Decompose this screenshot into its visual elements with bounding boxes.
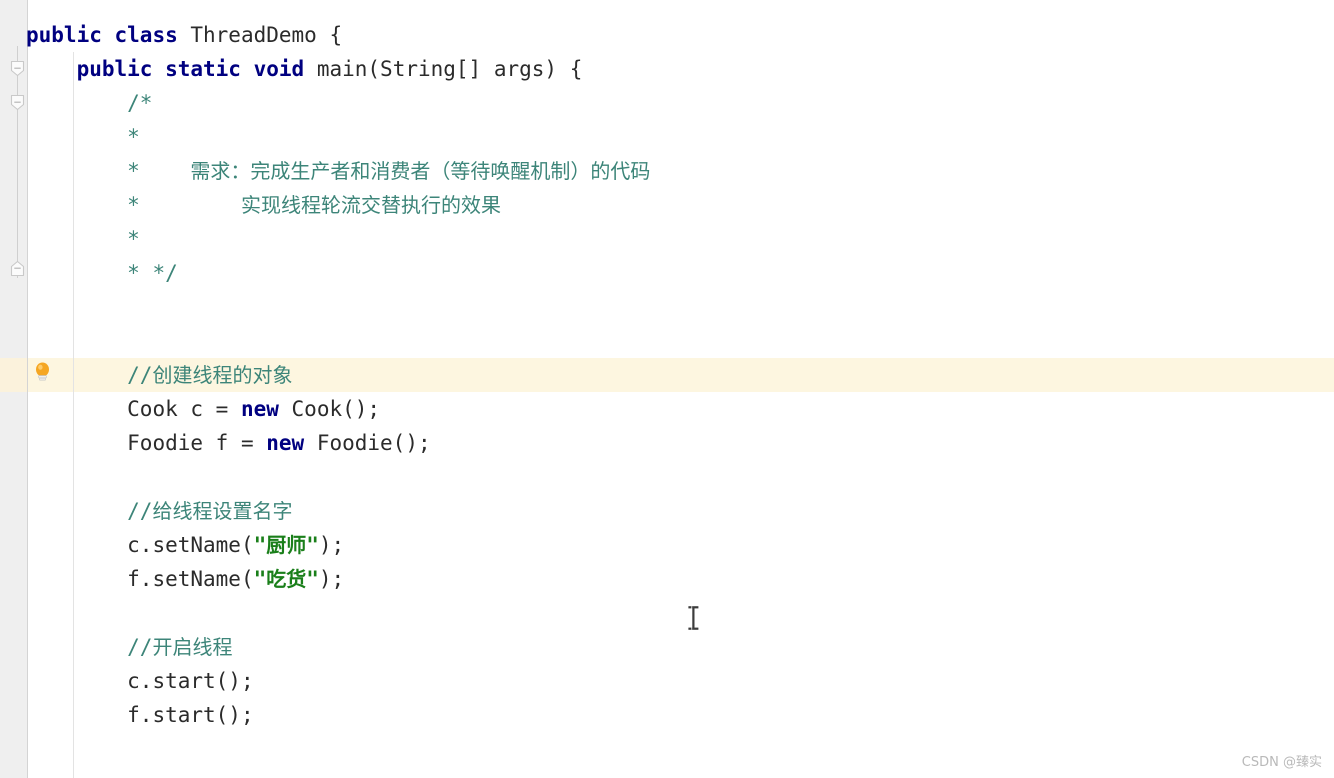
code-token: * <box>127 159 191 183</box>
code-token: void <box>253 57 317 81</box>
code-token: f.start(); <box>127 703 254 727</box>
code-token: (); <box>392 431 431 455</box>
code-token: Cook <box>291 397 343 421</box>
code-token: public <box>76 57 166 81</box>
code-line[interactable]: * 实现线程轮流交替执行的效果 <box>26 188 501 222</box>
code-token: (String[] args) { <box>367 57 583 81</box>
code-line[interactable] <box>26 596 39 630</box>
code-token: * <box>127 193 241 217</box>
code-token: Foodie <box>127 431 204 455</box>
code-token: c.setName( <box>127 533 254 557</box>
code-token: * */ <box>127 261 178 285</box>
code-token: * <box>127 227 140 251</box>
code-line[interactable]: c.setName("厨师"); <box>26 528 344 562</box>
code-line[interactable]: /* <box>26 86 152 120</box>
code-line[interactable]: f.start(); <box>26 698 254 732</box>
code-token: c.start(); <box>127 669 254 693</box>
code-token: static <box>165 57 254 81</box>
code-token: public <box>26 23 115 47</box>
code-line[interactable]: f.setName("吃货"); <box>26 562 344 596</box>
code-token: 厨师 <box>266 533 307 557</box>
code-line[interactable] <box>26 290 39 324</box>
code-line[interactable]: //给线程设置名字 <box>26 494 292 528</box>
code-token: 创建线程的对象 <box>152 363 293 387</box>
code-line[interactable]: * <box>26 120 140 154</box>
code-token: // <box>127 499 153 523</box>
code-token: " <box>306 567 319 591</box>
code-token: /* <box>127 91 153 115</box>
code-token: f = <box>203 431 267 455</box>
code-token: " <box>306 533 319 557</box>
code-token: new <box>266 431 317 455</box>
code-line[interactable]: Foodie f = new Foodie(); <box>26 426 431 460</box>
code-token: class <box>114 23 191 47</box>
code-line[interactable] <box>26 460 39 494</box>
code-token: // <box>127 635 153 659</box>
code-line[interactable]: Cook c = new Cook(); <box>26 392 380 426</box>
code-token: main <box>316 57 368 81</box>
code-token: f.setName( <box>127 567 254 591</box>
code-line[interactable] <box>26 324 39 358</box>
code-line[interactable]: c.start(); <box>26 664 254 698</box>
code-line[interactable]: //创建线程的对象 <box>26 358 292 392</box>
code-line[interactable]: public static void main(String[] args) { <box>26 52 583 86</box>
code-token: " <box>253 567 267 591</box>
code-token: ThreadDemo <box>190 23 317 47</box>
code-token: " <box>253 533 267 557</box>
code-token: ); <box>318 567 345 591</box>
code-token: 给线程设置名字 <box>152 499 293 523</box>
code-token: c = <box>177 397 241 421</box>
code-token: (); <box>342 397 381 421</box>
code-token: { <box>316 23 343 47</box>
code-line[interactable]: //开启线程 <box>26 630 232 664</box>
text-ibeam-cursor <box>687 605 700 631</box>
code-token: 需求：完成生产者和消费者（等待唤醒机制）的代码 <box>190 159 651 183</box>
code-token: 实现线程轮流交替执行的效果 <box>240 193 501 217</box>
code-token: 开启线程 <box>152 635 233 659</box>
code-token: Cook <box>127 397 178 421</box>
code-token: Foodie <box>316 431 393 455</box>
code-token: * <box>127 125 140 149</box>
csdn-watermark: CSDN @臻实 <box>1241 755 1322 770</box>
code-token: // <box>127 363 153 387</box>
code-token: new <box>240 397 292 421</box>
code-line[interactable]: * */ <box>26 256 178 290</box>
code-line[interactable]: * <box>26 222 140 256</box>
code-editor[interactable]: public class ThreadDemo { public static … <box>0 0 1334 778</box>
code-token: 吃货 <box>266 567 307 591</box>
code-token: ); <box>318 533 345 557</box>
code-text-area[interactable]: public class ThreadDemo { public static … <box>0 0 1334 778</box>
intention-bulb-icon[interactable] <box>33 361 52 383</box>
code-line[interactable]: public class ThreadDemo { <box>26 18 342 52</box>
code-line[interactable]: * 需求：完成生产者和消费者（等待唤醒机制）的代码 <box>26 154 650 188</box>
